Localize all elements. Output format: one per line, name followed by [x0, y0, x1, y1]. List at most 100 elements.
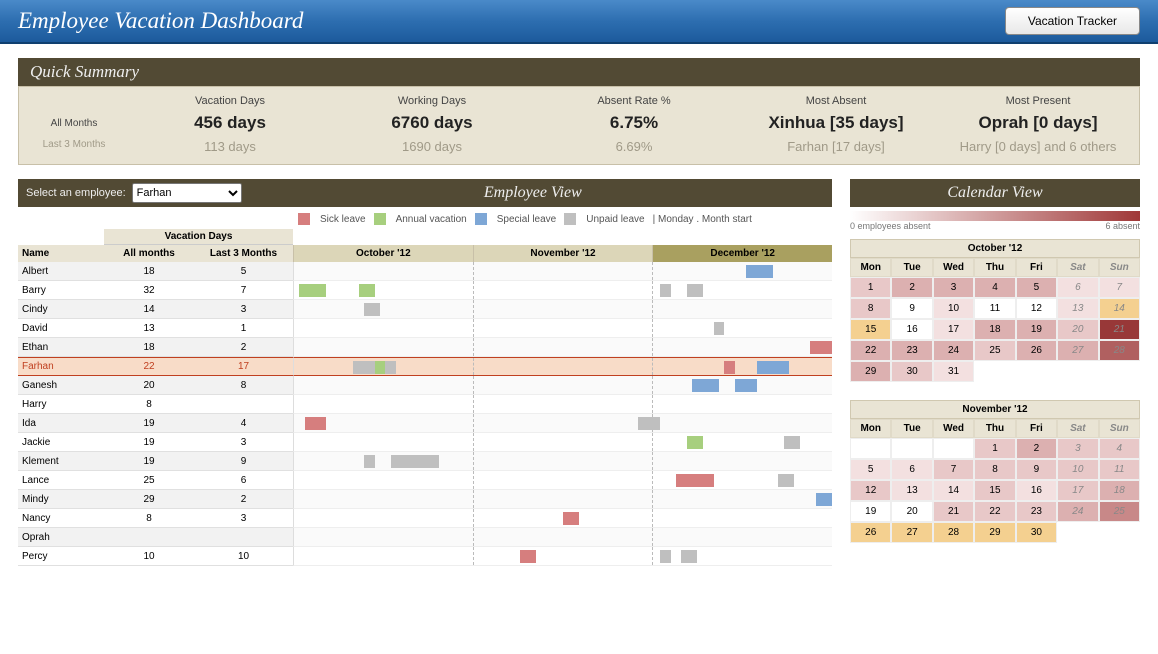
- calendar-day-cell[interactable]: 4: [1099, 438, 1140, 459]
- employee-row[interactable]: Cindy143: [18, 300, 293, 319]
- employee-row[interactable]: Farhan2217: [18, 357, 293, 376]
- employee-row[interactable]: Ganesh208: [18, 376, 293, 395]
- calendar-day-cell[interactable]: 5: [1016, 277, 1057, 298]
- calendar-day-cell[interactable]: 4: [974, 277, 1015, 298]
- employee-row[interactable]: Mindy292: [18, 490, 293, 509]
- calendar-day-cell[interactable]: 7: [1099, 277, 1140, 298]
- calendar-day-cell[interactable]: 24: [1057, 501, 1098, 522]
- calendar-day-cell[interactable]: 19: [1016, 319, 1057, 340]
- employee-row[interactable]: Albert185: [18, 262, 293, 281]
- calendar-day-cell[interactable]: 5: [850, 459, 891, 480]
- calendar-day-cell[interactable]: 2: [891, 277, 932, 298]
- gantt-segment-unp: [784, 436, 800, 449]
- employee-all-months: 32: [104, 285, 194, 296]
- calendar-day-cell[interactable]: 25: [974, 340, 1015, 361]
- employee-row[interactable]: Oprah: [18, 528, 293, 547]
- calendar-day-cell[interactable]: 16: [891, 319, 932, 340]
- calendar-day-cell[interactable]: 1: [974, 438, 1015, 459]
- employee-row[interactable]: Jackie193: [18, 433, 293, 452]
- app-header: Employee Vacation Dashboard Vacation Tra…: [0, 0, 1158, 44]
- employee-row[interactable]: Percy1010: [18, 547, 293, 566]
- calendar-day-cell[interactable]: 31: [933, 361, 974, 382]
- calendar-day-cell[interactable]: 9: [891, 298, 932, 319]
- calendar-day-cell[interactable]: 7: [933, 459, 974, 480]
- swatch-annual-icon: [374, 213, 386, 225]
- calendar-day-cell[interactable]: 30: [1016, 522, 1057, 543]
- col-header: Most Absent: [735, 95, 937, 111]
- employee-all-months: 13: [104, 323, 194, 334]
- calendar-day-cell[interactable]: 6: [1057, 277, 1098, 298]
- calendar-day-cell[interactable]: 6: [891, 459, 932, 480]
- calendar-day-cell[interactable]: 17: [933, 319, 974, 340]
- row-label-l3: Last 3 Months: [19, 139, 129, 150]
- calendar-day-cell[interactable]: 15: [974, 480, 1015, 501]
- vacation-tracker-button[interactable]: Vacation Tracker: [1005, 7, 1140, 35]
- calendar-day-cell[interactable]: 19: [850, 501, 891, 522]
- calendar-day-cell[interactable]: 21: [1099, 319, 1140, 340]
- calendar-day-cell[interactable]: 3: [1057, 438, 1098, 459]
- employee-row[interactable]: David131: [18, 319, 293, 338]
- calendar-day-cell[interactable]: 24: [933, 340, 974, 361]
- calendar-day-cell[interactable]: 23: [1016, 501, 1057, 522]
- calendar-day-cell[interactable]: 25: [1099, 501, 1140, 522]
- employee-row[interactable]: Ida194: [18, 414, 293, 433]
- employee-row[interactable]: Ethan182: [18, 338, 293, 357]
- calendar-day-cell[interactable]: 28: [933, 522, 974, 543]
- calendar-day-cell[interactable]: 21: [933, 501, 974, 522]
- calendar-day-cell[interactable]: 22: [974, 501, 1015, 522]
- calendar-day-cell[interactable]: 26: [1016, 340, 1057, 361]
- calendar-day-cell[interactable]: 8: [974, 459, 1015, 480]
- employee-name: Ethan: [18, 342, 104, 353]
- employee-name: David: [18, 323, 104, 334]
- gantt-segment-unp: [364, 303, 380, 316]
- calendar-day-cell[interactable]: 3: [933, 277, 974, 298]
- calendar-day-cell[interactable]: 14: [1099, 298, 1140, 319]
- calendar-day-cell[interactable]: 10: [1057, 459, 1098, 480]
- calendar-day-cell[interactable]: 2: [1016, 438, 1057, 459]
- calendar-day-cell[interactable]: 11: [974, 298, 1015, 319]
- calendar-day-cell[interactable]: 22: [850, 340, 891, 361]
- calendar-day-cell[interactable]: 16: [1016, 480, 1057, 501]
- calendar-day-cell[interactable]: 12: [1016, 298, 1057, 319]
- calendar-day-cell[interactable]: 26: [850, 522, 891, 543]
- summary-value: 113 days: [129, 135, 331, 154]
- calendar-day-cell[interactable]: 23: [891, 340, 932, 361]
- calendar-day-cell[interactable]: 20: [1057, 319, 1098, 340]
- employee-select[interactable]: Farhan: [132, 183, 242, 203]
- calendar-day-cell[interactable]: 27: [891, 522, 932, 543]
- calendar-day-cell[interactable]: 27: [1057, 340, 1098, 361]
- calendar-day-cell[interactable]: 28: [1099, 340, 1140, 361]
- calendar-day-cell[interactable]: 11: [1099, 459, 1140, 480]
- gantt-row: [293, 281, 832, 300]
- employee-row[interactable]: Barry327: [18, 281, 293, 300]
- calendar-month-title: October '12: [850, 239, 1140, 258]
- calendar-day-cell[interactable]: 30: [891, 361, 932, 382]
- calendar-day-cell[interactable]: 13: [1057, 298, 1098, 319]
- employee-row[interactable]: Lance256: [18, 471, 293, 490]
- calendar-day-cell[interactable]: 13: [891, 480, 932, 501]
- calendar-day-cell[interactable]: 20: [891, 501, 932, 522]
- gantt-segment-unp: [660, 550, 671, 563]
- calendar-day-cell[interactable]: 1: [850, 277, 891, 298]
- summary-value: Xinhua [35 days]: [735, 111, 937, 135]
- col-all-months[interactable]: All months: [104, 245, 194, 262]
- calendar-day-cell[interactable]: 15: [850, 319, 891, 340]
- calendar-day-cell[interactable]: 29: [850, 361, 891, 382]
- calendar-day-cell[interactable]: 14: [933, 480, 974, 501]
- col-name[interactable]: Name: [18, 245, 104, 262]
- calendar-day-cell[interactable]: 10: [933, 298, 974, 319]
- calendar-day-cell[interactable]: 29: [974, 522, 1015, 543]
- calendar-day-cell[interactable]: 12: [850, 480, 891, 501]
- heatmap-legend-gradient: [850, 211, 1140, 221]
- calendar-day-cell[interactable]: 17: [1057, 480, 1098, 501]
- employee-row[interactable]: Nancy83: [18, 509, 293, 528]
- calendar-day-cell[interactable]: 18: [1099, 480, 1140, 501]
- gantt-row: [293, 509, 832, 528]
- calendar-day-cell[interactable]: 9: [1016, 459, 1057, 480]
- calendar-day-cell[interactable]: 18: [974, 319, 1015, 340]
- employee-row[interactable]: Klement199: [18, 452, 293, 471]
- calendar-day-cell[interactable]: 8: [850, 298, 891, 319]
- col-last-3-months[interactable]: Last 3 Months: [194, 245, 293, 262]
- employee-row[interactable]: Harry8: [18, 395, 293, 414]
- col-header: Vacation Days: [129, 95, 331, 111]
